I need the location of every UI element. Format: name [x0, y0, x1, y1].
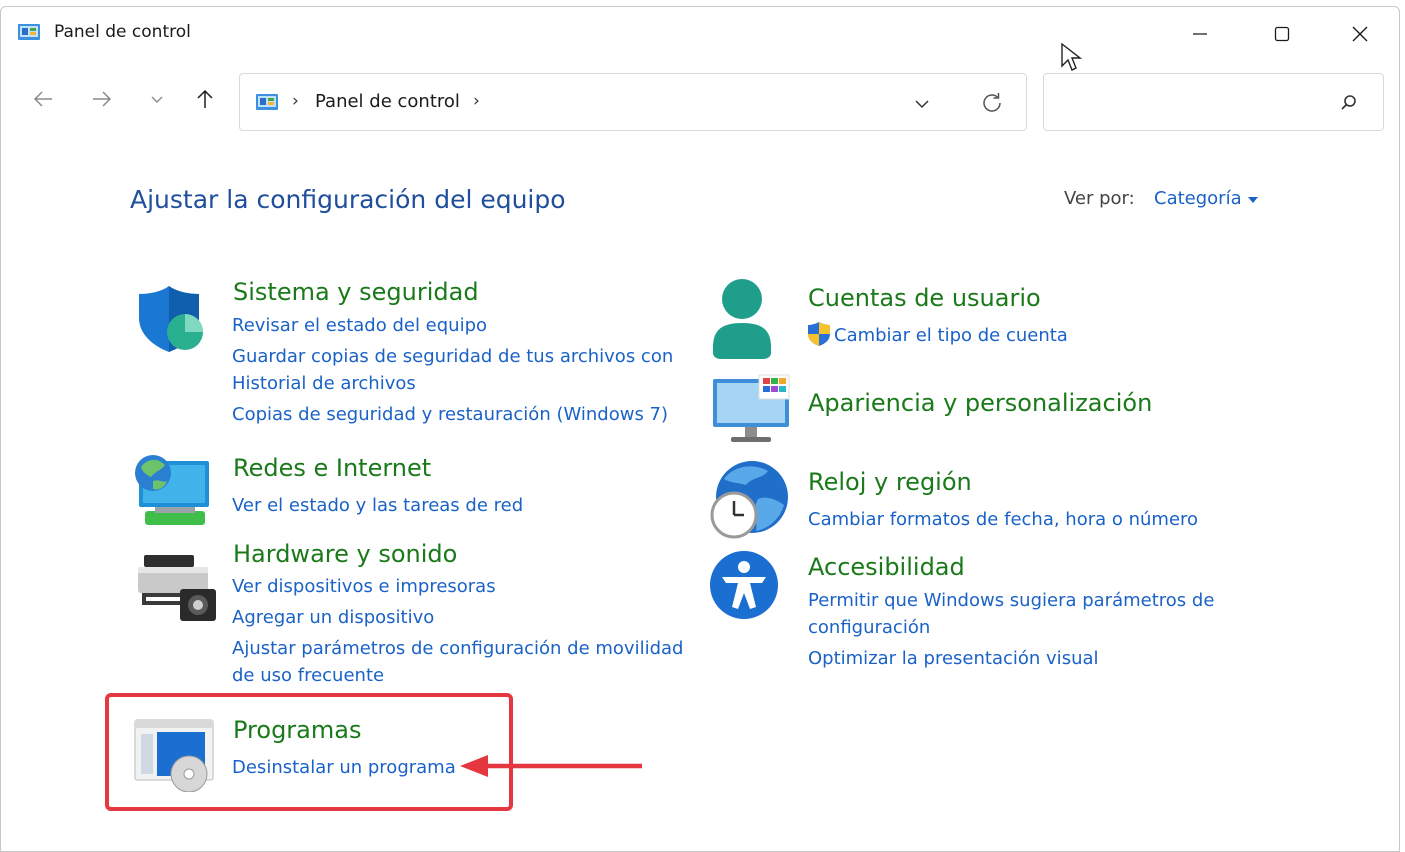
refresh-icon[interactable]	[978, 89, 1006, 117]
chevron-down-icon[interactable]	[910, 92, 934, 116]
control-panel-icon	[256, 94, 278, 110]
arrow-left-icon	[33, 91, 52, 107]
category-appearance[interactable]: Apariencia y personalización	[808, 389, 1152, 417]
link-add-device[interactable]: Agregar un dispositivo	[232, 604, 434, 631]
arrow-right-icon	[93, 91, 112, 107]
back-button[interactable]	[23, 79, 63, 119]
breadcrumb-separator[interactable]: ›	[473, 91, 480, 111]
highlight-box	[105, 693, 513, 811]
category-user-accounts[interactable]: Cuentas de usuario	[808, 284, 1041, 312]
category-network-internet[interactable]: Redes e Internet	[233, 454, 431, 482]
minimize-button[interactable]	[1159, 7, 1241, 61]
link-change-account-type[interactable]: Cambiar el tipo de cuenta	[834, 322, 1068, 349]
link-mobility-settings[interactable]: Ajustar parámetros de configuración de m…	[232, 635, 683, 662]
address-bar[interactable]: › Panel de control ›	[239, 73, 1027, 131]
link-file-history[interactable]: Historial de archivos	[232, 370, 416, 397]
forward-button[interactable]	[82, 79, 122, 119]
main-content: Ajustar la configuración del equipo Ver …	[1, 141, 1399, 851]
link-devices-printers[interactable]: Ver dispositivos e impresoras	[232, 573, 496, 600]
view-by-dropdown[interactable]: Categoría	[1154, 188, 1242, 209]
control-panel-icon	[18, 24, 40, 40]
view-by-label: Ver por:	[1064, 188, 1135, 209]
navigation-bar: › Panel de control ›	[1, 65, 1399, 141]
link-backup-restore[interactable]: Copias de seguridad y restauración (Wind…	[232, 401, 668, 428]
link-optimize-visual[interactable]: Optimizar la presentación visual	[808, 645, 1099, 672]
page-title: Ajustar la configuración del equipo	[130, 185, 566, 214]
breadcrumb-control-panel[interactable]: Panel de control	[315, 91, 460, 112]
link-change-formats[interactable]: Cambiar formatos de fecha, hora o número	[808, 506, 1198, 533]
shield-icon[interactable]	[135, 282, 207, 354]
arrow-up-icon	[197, 89, 213, 108]
link-windows-suggest-settings[interactable]: Permitir que Windows sugiera parámetros …	[808, 587, 1214, 614]
uac-shield-icon	[808, 322, 830, 346]
minimize-icon	[1193, 33, 1207, 35]
up-button[interactable]	[185, 79, 225, 119]
link-network-status[interactable]: Ver el estado y las tareas de red	[232, 492, 523, 519]
link-review-status[interactable]: Revisar el estado del equipo	[232, 312, 487, 339]
category-system-security[interactable]: Sistema y seguridad	[233, 278, 479, 306]
chevron-down-icon	[151, 96, 163, 103]
network-globe-icon[interactable]	[133, 451, 213, 527]
window-title: Panel de control	[54, 22, 191, 42]
title-bar: Panel de control	[1, 7, 1399, 61]
maximize-button[interactable]	[1241, 7, 1323, 61]
mouse-pointer-icon	[1061, 42, 1082, 71]
breadcrumb-separator[interactable]: ›	[292, 91, 299, 111]
category-accessibility[interactable]: Accesibilidad	[808, 553, 965, 581]
link-mobility-settings-cont[interactable]: de uso frecuente	[232, 662, 384, 689]
clock-globe-icon[interactable]	[708, 459, 790, 541]
appearance-monitor-icon[interactable]	[711, 373, 791, 445]
category-clock-region[interactable]: Reloj y región	[808, 468, 972, 496]
user-account-icon[interactable]	[709, 277, 775, 361]
close-button[interactable]	[1319, 7, 1399, 61]
search-input[interactable]	[1043, 73, 1384, 131]
printer-icon[interactable]	[136, 553, 216, 625]
maximize-icon	[1274, 26, 1290, 42]
search-icon	[1341, 95, 1356, 110]
annotation-arrow-icon	[460, 755, 642, 777]
link-backup-files[interactable]: Guardar copias de seguridad de tus archi…	[232, 343, 673, 370]
category-hardware-sound[interactable]: Hardware y sonido	[233, 540, 457, 568]
link-windows-suggest-settings-cont[interactable]: configuración	[808, 614, 930, 641]
control-panel-window: Panel de control › Panel de control › Aj…	[0, 6, 1400, 852]
accessibility-icon[interactable]	[708, 549, 780, 621]
caret-down-icon[interactable]	[1248, 197, 1258, 203]
close-icon	[1352, 26, 1368, 42]
recent-locations-button[interactable]	[137, 79, 177, 119]
